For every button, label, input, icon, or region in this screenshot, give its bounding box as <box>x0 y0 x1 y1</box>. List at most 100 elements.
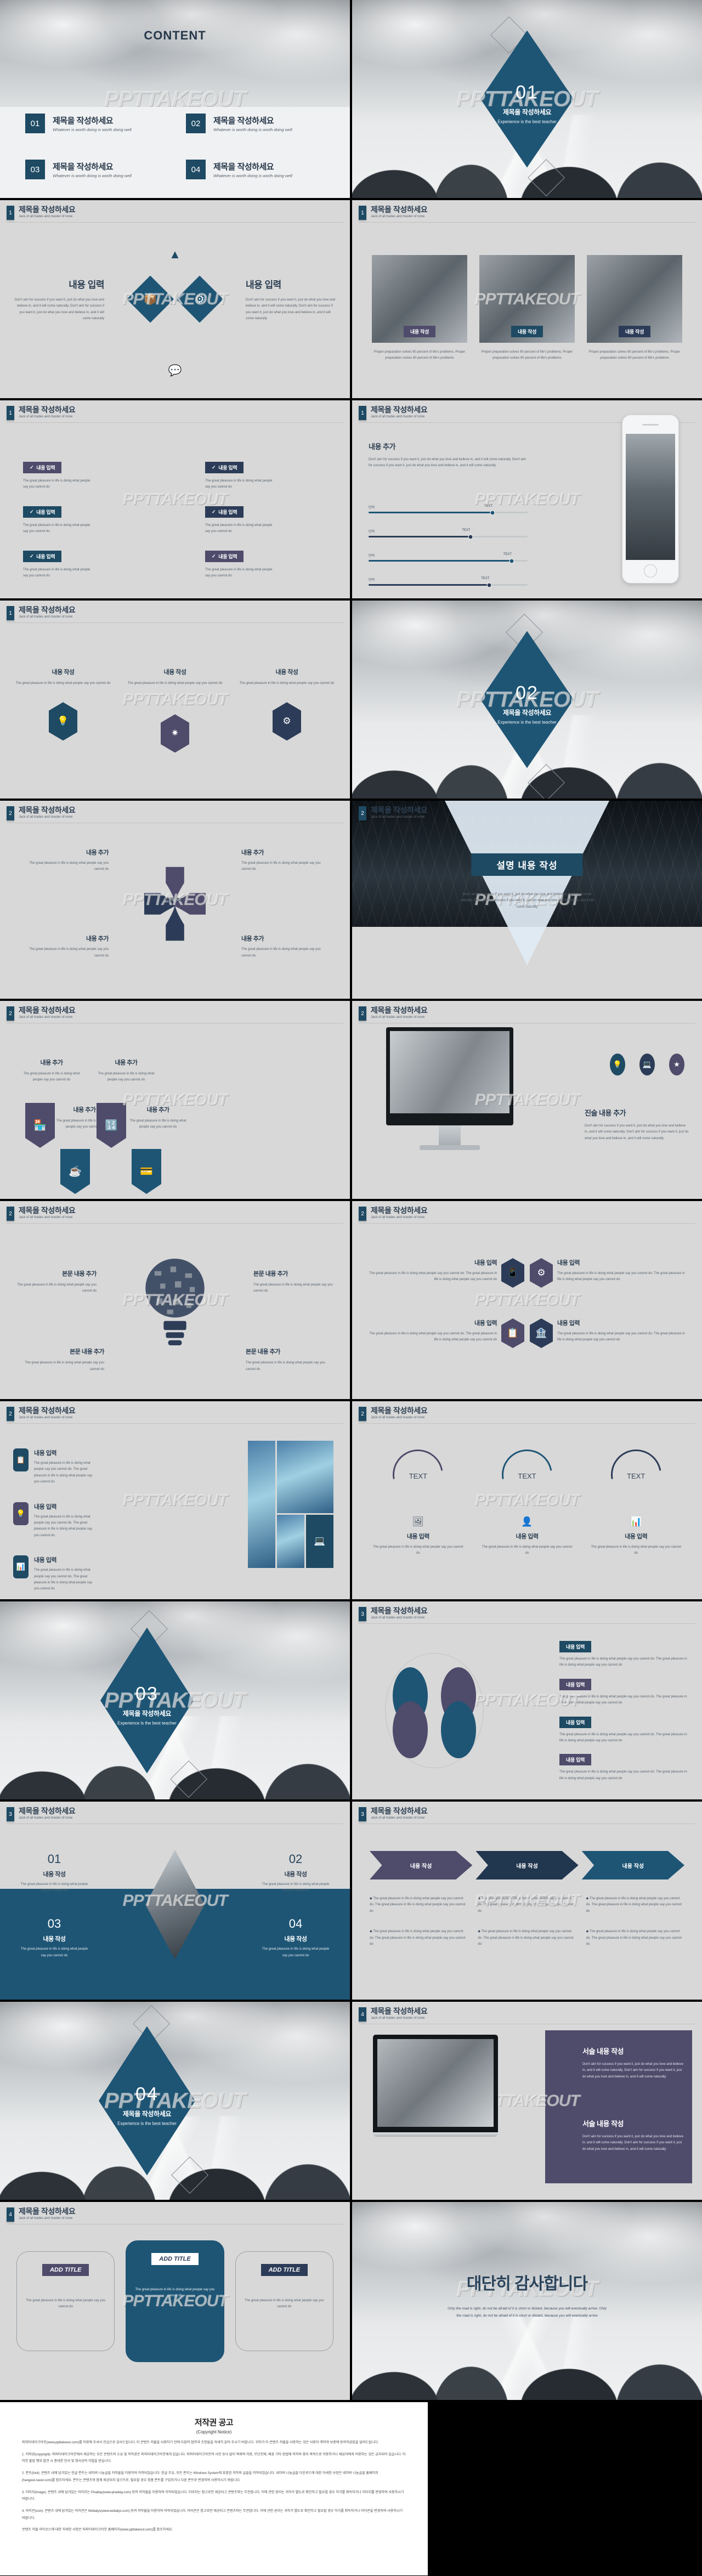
icon-row[interactable]: 📊 내용 입력 The great pleasure in life is do… <box>13 1555 95 1593</box>
diamond-left: 📦 <box>127 275 174 323</box>
hex-item[interactable]: 내용 작성 The great pleasure in life is doin… <box>239 667 335 752</box>
hex-title: 내용 작성 <box>163 669 186 676</box>
slide-four-pent[interactable]: 2 제목을 작성하세요 Jack of all trades and maste… <box>0 1001 350 1199</box>
slide-divider-03[interactable]: 03 제목을 작성하세요 Experience is the best teac… <box>0 1601 350 1799</box>
slide-subtitle: Jack of all trades and master of none <box>19 615 73 619</box>
list-item[interactable]: 01 제목을 작성하세요 Whatever is worth doing is … <box>25 114 164 133</box>
slide-three-hex[interactable]: 1 제목을 작성하세요 Jack of all trades and maste… <box>0 601 350 799</box>
title-card[interactable]: ADD TITLE The great pleasure in life is … <box>126 2240 224 2362</box>
bulb-item[interactable]: 본문 내용 추가 The great pleasure in life is d… <box>21 1347 104 1373</box>
arrow-step[interactable]: 내용 작성 <box>370 1851 473 1879</box>
pent-title: 내용 추가 <box>40 1060 63 1066</box>
quad-item[interactable]: 03 내용 작성 The great pleasure in life is d… <box>19 1917 90 1959</box>
slider-track[interactable] <box>369 558 528 563</box>
slider-row[interactable]: 단어 TEXT <box>369 505 528 515</box>
check-item[interactable]: ✓ 내용 입력 The great pleasure in life is doi… <box>23 550 145 580</box>
item-body: The great pleasure in life is doing what… <box>559 1657 687 1667</box>
oval-item[interactable]: 내용 입력 The great pleasure in life is doin… <box>559 1716 689 1745</box>
photo-card[interactable]: 내용 작성 Proper preparation solves 80 perce… <box>587 255 682 362</box>
title-card[interactable]: ADD TITLE The great pleasure in life is … <box>16 2251 115 2351</box>
slide-check-list[interactable]: 1 제목을 작성하세요 Jack of all trades and maste… <box>0 400 350 598</box>
quad-number: 01 <box>47 1852 61 1866</box>
slide-four-ovals[interactable]: 3 제목을 작성하세요 Jack of all trades and maste… <box>352 1601 702 1799</box>
check-item[interactable]: ✓ 내용 입력 The great pleasure in life is doi… <box>23 506 145 535</box>
slide-three-cards[interactable]: 4 제목을 작성하세요 Jack of all trades and maste… <box>0 2202 350 2400</box>
slide-team-quadrant[interactable]: 3 제목을 작성하세요 Jack of all trades and maste… <box>0 1802 350 2000</box>
slide-imac[interactable]: 2 제목을 작성하세요 Jack of all trades and maste… <box>352 1001 702 1199</box>
ring-item[interactable]: TEXT 📊 내용 입력 The great pleasure in life … <box>588 1439 683 1557</box>
quad-item[interactable]: 내용 추가 The great pleasure in life is doin… <box>241 848 328 873</box>
oval-item[interactable]: 내용 입력 The great pleasure in life is doin… <box>559 1678 689 1707</box>
icon-row[interactable]: 📋 내용 입력 The great pleasure in life is do… <box>13 1448 95 1486</box>
bulb-item[interactable]: 본문 내용 추가 The great pleasure in life is d… <box>13 1269 97 1295</box>
slide-four-hex[interactable]: 2 제목을 작성하세요 Jack of all trades and maste… <box>352 1201 702 1399</box>
slide-title: 제목을 작성하세요 <box>19 2207 76 2216</box>
oval-item[interactable]: 내용 입력 The great pleasure in life is doin… <box>559 1754 689 1782</box>
slide-title: 제목을 작성하세요 <box>371 1807 428 1815</box>
photo-label: 내용 작성 <box>618 326 651 337</box>
quad-item[interactable]: 내용 추가 The great pleasure in life is doin… <box>22 934 109 959</box>
bulb-item[interactable]: 본문 내용 추가 The great pleasure in life is d… <box>246 1347 329 1373</box>
icon-row[interactable]: 💡 내용 입력 The great pleasure in life is do… <box>13 1502 95 1539</box>
photo-card[interactable]: 내용 작성 Proper preparation solves 80 perce… <box>479 255 575 362</box>
slide-three-rings[interactable]: 2 제목을 작성하세요 Jack of all trades and maste… <box>352 1401 702 1599</box>
hex-item[interactable]: 내용 입력 The great pleasure in life is doin… <box>365 1258 524 1288</box>
slide-thank-you[interactable]: 대단히 감사합니다 Only the road is right, do not… <box>352 2202 702 2400</box>
check-item[interactable]: ✓ 내용 입력 The great pleasure in life is doi… <box>205 462 327 491</box>
list-item[interactable]: 02 제목을 작성하세요 Whatever is worth doing is … <box>186 114 325 133</box>
ring-item[interactable]: TEXT 🖼 내용 입력 The great pleasure in life … <box>371 1439 466 1557</box>
slide-laptop-panel[interactable]: 4 제목을 작성하세요 Jack of all trades and maste… <box>352 2002 702 2200</box>
slide-diamond-pair[interactable]: 1 제목을 작성하세요 Jack of all trades and maste… <box>0 200 350 398</box>
ring-item[interactable]: TEXT 👤 내용 입력 The great pleasure in life … <box>480 1439 575 1557</box>
head-gear-icon: ⚙ <box>273 702 301 741</box>
quad-item[interactable]: 02 내용 작성 The great pleasure in life is d… <box>260 1852 331 1894</box>
slider-row[interactable]: 단어 TEXT <box>369 577 528 587</box>
card-body: The great pleasure in life is doing what… <box>26 2299 106 2309</box>
hex-item[interactable]: 내용 작성 The great pleasure in life is doin… <box>127 667 223 753</box>
check-item[interactable]: ✓ 내용 입력 The great pleasure in life is doi… <box>205 550 327 580</box>
hex-item[interactable]: ⚙ 내용 입력 The great pleasure in life is do… <box>530 1258 689 1288</box>
slider-row[interactable]: 단어 TEXT <box>369 529 528 539</box>
slider-track[interactable] <box>369 582 528 587</box>
slide-divider-02[interactable]: 02 제목을 작성하세요 Experience is the best teac… <box>352 601 702 799</box>
slide-icon-list-photo[interactable]: 2 제목을 작성하세요 Jack of all trades and maste… <box>0 1401 350 1599</box>
title-card[interactable]: ADD TITLE The great pleasure in life is … <box>235 2251 333 2351</box>
pent-item[interactable]: 내용 추가 The great pleasure in life is doin… <box>125 1105 191 1131</box>
pent-item[interactable]: 내용 추가 The great pleasure in life is doin… <box>93 1058 159 1084</box>
photo-card[interactable]: 내용 작성 Proper preparation solves 80 perce… <box>372 255 467 362</box>
check-item[interactable]: ✓ 내용 입력 The great pleasure in life is doi… <box>205 506 327 535</box>
section-number: 01 <box>516 82 539 103</box>
quad-item[interactable]: 내용 추가 The great pleasure in life is doin… <box>22 848 109 873</box>
quad-item[interactable]: 내용 추가 The great pleasure in life is doin… <box>241 934 328 959</box>
list-item[interactable]: 04 제목을 작성하세요 Whatever is worth doing is … <box>186 160 325 179</box>
arrow-step[interactable]: 내용 작성 <box>581 1851 684 1879</box>
panel-body: Don't aim for success if you want it, ju… <box>582 2135 683 2151</box>
slide-bulb-icons[interactable]: 2 제목을 작성하세요 Jack of all trades and maste… <box>0 1201 350 1399</box>
slide-divider-04[interactable]: 04 제목을 작성하세요 Experience is the best teac… <box>0 2002 350 2200</box>
mountain-background <box>352 2202 702 2400</box>
hex-item[interactable]: 🏦 내용 입력 The great pleasure in life is do… <box>530 1318 689 1348</box>
slider-label: 단어 <box>369 530 375 534</box>
oval-item[interactable]: 내용 입력 The great pleasure in life is doin… <box>559 1641 689 1669</box>
slide-x-shape[interactable]: 2 제목을 작성하세요 Jack of all trades and maste… <box>0 801 350 999</box>
list-item[interactable]: 03 제목을 작성하세요 Whatever is worth doing is … <box>25 160 164 179</box>
arrow-step[interactable]: 내용 작성 <box>475 1851 579 1879</box>
pent-title: 내용 추가 <box>146 1107 169 1113</box>
slide-divider-01[interactable]: 01 제목을 작성하세요 Experience is the best teac… <box>352 0 702 198</box>
slide-three-photos[interactable]: 1 제목을 작성하세요 Jack of all trades and maste… <box>352 200 702 398</box>
pent-item[interactable]: 내용 추가 The great pleasure in life is doin… <box>19 1058 84 1084</box>
slider-track[interactable] <box>369 510 528 515</box>
slider-track[interactable] <box>369 534 528 539</box>
hex-item[interactable]: 내용 입력 The great pleasure in life is doin… <box>365 1318 524 1348</box>
slide-three-arrows[interactable]: 3 제목을 작성하세요 Jack of all trades and maste… <box>352 1802 702 2000</box>
slide-content[interactable]: CONTENT PPTTAKEOUT 01 제목을 작성하세요 Whatever… <box>0 0 350 198</box>
quad-item[interactable]: 04 내용 작성 The great pleasure in life is d… <box>260 1917 331 1959</box>
section-badge: 2 <box>359 1407 366 1421</box>
hex-item[interactable]: 내용 작성 The great pleasure in life is doin… <box>15 667 111 752</box>
slider-row[interactable]: 단어 TEXT <box>369 553 528 563</box>
slide-building-banner[interactable]: 2 제목을 작성하세요 Jack of all trades and maste… <box>352 801 702 999</box>
check-item[interactable]: ✓ 내용 입력 The great pleasure in life is doi… <box>23 462 145 491</box>
slide-phone-sliders[interactable]: 1 제목을 작성하세요 Jack of all trades and maste… <box>352 400 702 598</box>
bulb-item[interactable]: 본문 내용 추가 The great pleasure in life is d… <box>253 1269 337 1295</box>
quad-item[interactable]: 01 내용 작성 The great pleasure in life is d… <box>19 1852 90 1894</box>
